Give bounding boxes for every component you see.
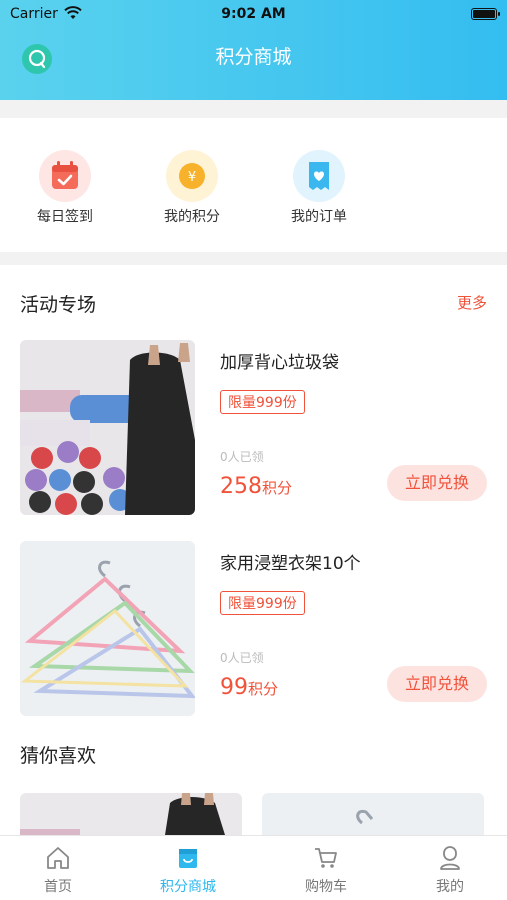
redeem-button[interactable]: 立即兑换 (387, 666, 487, 702)
limit-badge: 限量999份 (220, 591, 305, 615)
cart-icon (315, 848, 337, 868)
recommend-title: 猜你喜欢 (20, 745, 97, 767)
tab-mine[interactable]: 我的 (395, 844, 505, 896)
tab-points-mall-label: 积分商城 (160, 879, 216, 895)
my-orders-label: 我的订单 (291, 209, 347, 225)
status-bar: Carrier 9:02 AM (0, 4, 507, 24)
clock-time: 9:02 AM (221, 6, 286, 22)
claimed-count: 0人已领 (220, 651, 264, 665)
my-points-entry[interactable]: ¥ 我的积分 (147, 150, 237, 226)
quick-entries: 每日签到 ¥ 我的积分 我的订单 (0, 118, 507, 252)
product-name: 家用浸塑衣架10个 (220, 554, 361, 574)
product-card[interactable]: 家用浸塑衣架10个 限量999份 0人已领 99积分 立即兑换 (20, 541, 487, 716)
points-unit: 积分 (262, 479, 293, 497)
claimed-count: 0人已领 (220, 450, 264, 464)
more-link[interactable]: 更多 (457, 292, 487, 313)
recommend-card[interactable] (262, 793, 484, 835)
tab-cart[interactable]: 购物车 (271, 844, 381, 896)
my-orders-entry[interactable]: 我的订单 (274, 150, 364, 226)
points-value: 258 (220, 474, 262, 499)
points-price: 99积分 (220, 675, 278, 700)
points-price: 258积分 (220, 474, 292, 499)
yen-coin-icon: ¥ (166, 150, 218, 202)
home-icon (47, 847, 69, 869)
points-value: 99 (220, 675, 248, 700)
garbage-bag-image (20, 340, 195, 515)
tab-cart-label: 购物车 (305, 879, 347, 895)
store-icon (179, 849, 197, 868)
activity-section: 活动专场 更多 加厚背心垃圾袋 限量999份 0人已领 258积分 立即兑换 家… (0, 265, 507, 835)
activity-title: 活动专场 (20, 294, 97, 316)
heart-ticket-icon (293, 150, 345, 202)
daily-checkin-entry[interactable]: 每日签到 (20, 150, 110, 226)
product-card[interactable]: 加厚背心垃圾袋 限量999份 0人已领 258积分 立即兑换 (20, 340, 487, 515)
recommend-card[interactable] (20, 793, 242, 835)
user-icon (440, 846, 460, 870)
product-name: 加厚背心垃圾袋 (220, 353, 339, 373)
clothes-hanger-image (20, 541, 195, 716)
my-points-label: 我的积分 (164, 209, 220, 225)
calendar-check-icon (39, 150, 91, 202)
redeem-button[interactable]: 立即兑换 (387, 465, 487, 501)
tab-points-mall[interactable]: 积分商城 (133, 844, 243, 896)
tab-mine-label: 我的 (436, 879, 464, 895)
tab-bar: 首页 积分商城 购物车 我的 (0, 835, 507, 900)
points-unit: 积分 (248, 680, 279, 698)
battery-icon (471, 8, 500, 20)
daily-checkin-label: 每日签到 (37, 209, 93, 225)
page-title: 积分商城 (215, 46, 292, 68)
limit-badge: 限量999份 (220, 390, 305, 414)
tab-home[interactable]: 首页 (3, 844, 113, 896)
header-bar: Carrier 9:02 AM 积分商城 (0, 0, 507, 100)
tab-home-label: 首页 (44, 879, 72, 895)
svg-text:¥: ¥ (188, 170, 196, 185)
